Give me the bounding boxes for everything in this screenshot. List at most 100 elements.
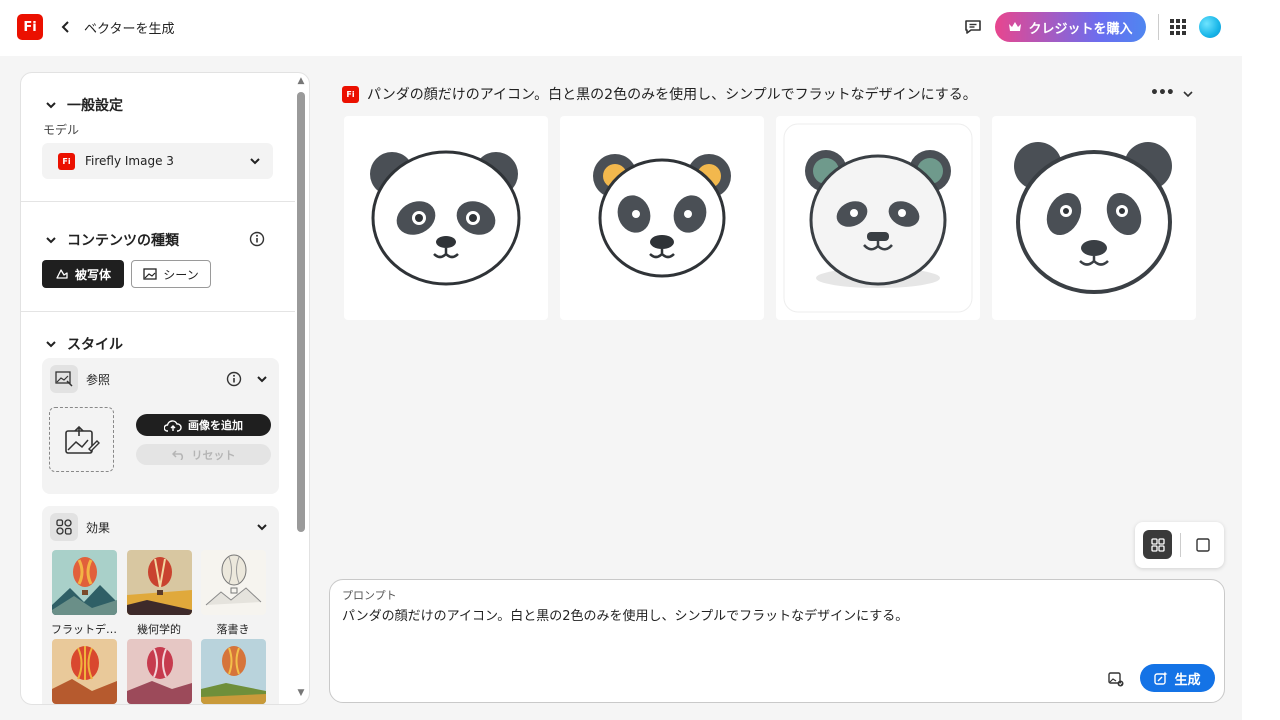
hot-air-balloon-image <box>201 639 266 704</box>
firefly-icon: Fi <box>342 85 359 103</box>
result-prompt-text: パンダの顔だけのアイコン。白と黒の2色のみを使用し、シンプルでフラットなデザイン… <box>367 87 977 103</box>
image-upload-icon <box>64 425 100 454</box>
content-type-subject-button[interactable]: 被写体 <box>42 260 124 288</box>
hot-air-balloon-geometric-image <box>127 550 192 615</box>
panda-face-image <box>1014 142 1172 294</box>
undo-icon <box>171 450 183 460</box>
scene-label: シーン <box>163 267 199 282</box>
effect-thumb[interactable] <box>127 639 192 704</box>
section-divider <box>21 311 295 312</box>
content-type-title: コンテンツの種類 <box>67 233 179 249</box>
info-icon[interactable] <box>226 371 242 387</box>
style-header[interactable]: スタイル <box>45 334 123 354</box>
section-divider <box>21 201 295 202</box>
chevron-left-icon <box>61 21 69 33</box>
effect-flat-design-thumb[interactable] <box>52 550 117 615</box>
effect-geometric-thumb[interactable] <box>127 550 192 615</box>
reset-label: リセット <box>191 448 236 462</box>
reference-upload-box[interactable] <box>49 407 114 472</box>
hot-air-balloon-image <box>127 639 192 704</box>
hot-air-balloon-flat-image <box>52 550 117 615</box>
hot-air-balloon-image <box>52 639 117 704</box>
effects-title: 効果 <box>86 521 111 535</box>
apps-button[interactable] <box>1170 19 1186 35</box>
page-title: ベクターを生成 <box>84 22 175 37</box>
view-toggle-divider <box>1180 533 1181 557</box>
feedback-button[interactable] <box>963 17 983 37</box>
user-avatar[interactable] <box>1199 16 1221 38</box>
result-image-2[interactable] <box>560 116 764 320</box>
firefly-logo[interactable]: Fi <box>17 14 43 40</box>
subject-label: 被写体 <box>74 267 111 282</box>
general-settings-header[interactable]: 一般設定 <box>45 95 123 115</box>
buy-credits-button[interactable]: クレジットを購入 <box>995 12 1146 42</box>
prompt-settings-button[interactable] <box>1108 671 1124 687</box>
result-image-4[interactable] <box>992 116 1196 320</box>
single-view-icon <box>1196 538 1210 552</box>
effect-label: 幾何学的 <box>137 623 181 636</box>
content-type-scene-button[interactable]: シーン <box>131 260 211 288</box>
reference-title: 参照 <box>86 373 111 387</box>
reference-icon-box <box>50 365 78 393</box>
effect-thumb[interactable] <box>52 639 117 704</box>
panel-scrollbar[interactable]: ▲ ▼ <box>296 76 306 702</box>
add-image-button[interactable]: 画像を追加 <box>136 414 271 436</box>
model-select[interactable]: Fi Firefly Image 3 <box>42 143 273 179</box>
scene-icon <box>143 268 157 280</box>
subject-icon <box>56 269 68 279</box>
grid-view-button[interactable] <box>1143 530 1172 559</box>
chevron-down-icon <box>250 158 260 165</box>
panda-face-image <box>783 123 973 313</box>
model-value: Firefly Image 3 <box>85 154 174 168</box>
prompt-input[interactable]: パンダの顔だけのアイコン。白と黒の2色のみを使用し、シンプルでフラットなデザイン… <box>342 605 1202 624</box>
reset-button[interactable]: リセット <box>136 444 271 465</box>
reference-image-icon <box>55 371 73 387</box>
result-prompt-heading: Fi パンダの顔だけのアイコン。白と黒の2色のみを使用し、シンプルでフラットなデ… <box>342 84 977 104</box>
image-settings-icon <box>1108 672 1124 687</box>
generate-button[interactable]: 生成 <box>1140 664 1215 692</box>
chevron-down-icon[interactable] <box>1181 87 1195 101</box>
reference-card: 参照 画像を追加 リセット <box>42 358 279 494</box>
effect-label: フラットデ… <box>51 623 117 636</box>
scroll-down-arrow[interactable]: ▼ <box>296 688 306 698</box>
chevron-down-icon[interactable] <box>256 373 268 385</box>
panda-face-image <box>370 150 521 286</box>
single-view-button[interactable] <box>1194 536 1212 554</box>
back-button[interactable] <box>58 18 74 36</box>
grid-apps-icon <box>1170 19 1186 35</box>
chevron-down-icon <box>46 341 56 348</box>
content-type-header[interactable]: コンテンツの種類 <box>45 230 179 250</box>
style-title: スタイル <box>67 337 123 353</box>
crown-icon <box>1009 22 1022 31</box>
chat-bubble-icon <box>965 20 981 34</box>
chevron-down-icon <box>46 102 56 109</box>
result-image-3[interactable] <box>776 116 980 320</box>
top-bar: Fi ベクターを生成 クレジットを購入 <box>0 0 1242 56</box>
grid-view-icon <box>1150 537 1165 552</box>
general-settings-title: 一般設定 <box>67 98 123 114</box>
result-image-1[interactable] <box>344 116 548 320</box>
buy-credits-label: クレジットを購入 <box>1028 21 1133 37</box>
effect-doodle-thumb[interactable] <box>201 550 266 615</box>
effect-label: 落書き <box>216 623 250 636</box>
right-edge-strip <box>1242 0 1280 720</box>
info-icon[interactable] <box>249 231 265 247</box>
header-divider <box>1158 14 1159 40</box>
generate-label: 生成 <box>1174 672 1201 688</box>
scroll-up-arrow[interactable]: ▲ <box>296 76 306 86</box>
firefly-model-icon: Fi <box>58 152 75 170</box>
view-toggle <box>1135 522 1224 568</box>
add-image-label: 画像を追加 <box>188 419 243 432</box>
generate-icon <box>1154 671 1168 685</box>
model-label: モデル <box>43 123 80 137</box>
hot-air-balloon-doodle-image <box>201 550 266 615</box>
prompt-box: プロンプト パンダの顔だけのアイコン。白と黒の2色のみを使用し、シンプルでフラッ… <box>329 579 1225 703</box>
cloud-upload-icon <box>164 419 182 432</box>
settings-panel: 一般設定 モデル Fi Firefly Image 3 コンテンツの種類 被写体… <box>20 72 310 705</box>
effect-thumb[interactable] <box>201 639 266 704</box>
prompt-label: プロンプト <box>342 589 397 602</box>
chevron-down-icon[interactable] <box>256 521 268 533</box>
scroll-thumb[interactable] <box>297 92 305 532</box>
more-options-button[interactable]: ••• <box>1150 85 1175 101</box>
chevron-down-icon <box>46 237 56 244</box>
